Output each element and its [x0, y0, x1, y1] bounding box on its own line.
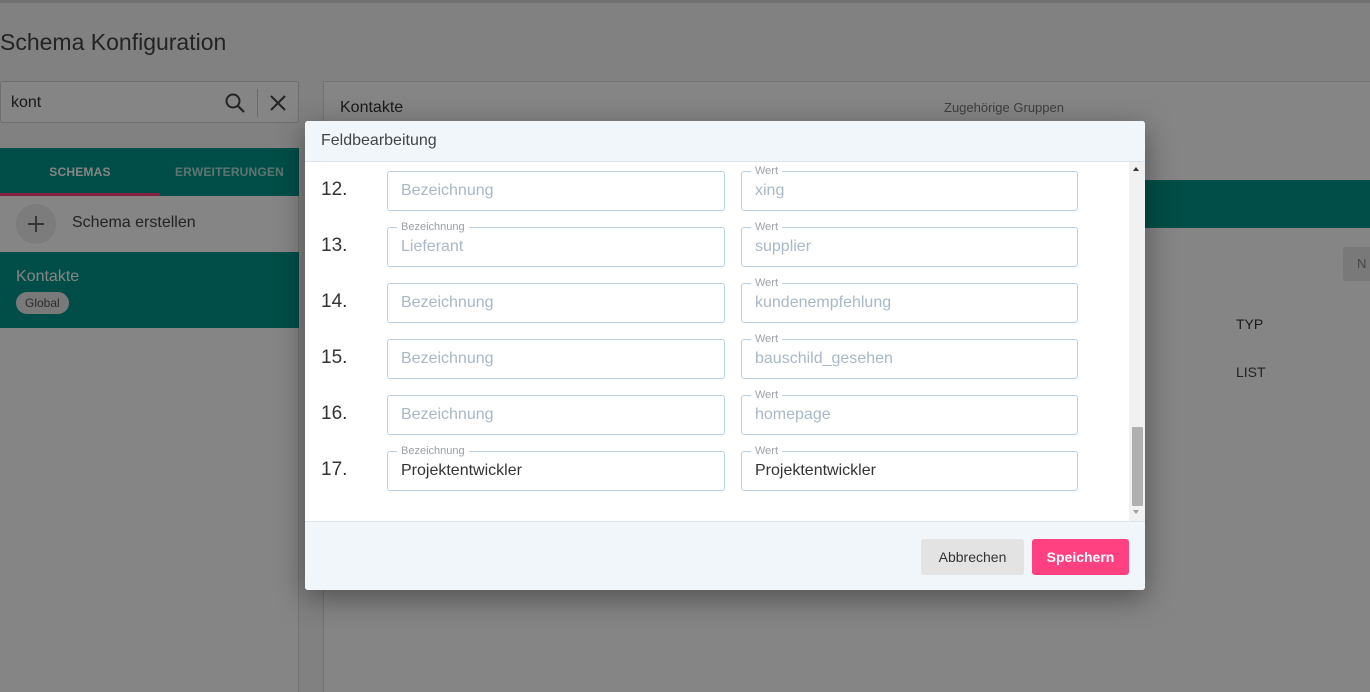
bezeichnung-placeholder: Bezeichnung — [401, 182, 494, 199]
row-number: 17. — [321, 459, 348, 480]
scroll-thumb[interactable] — [1132, 427, 1143, 506]
save-button[interactable]: Speichern — [1032, 539, 1129, 575]
wert-label: Wert — [751, 164, 783, 178]
wert-value: xing — [755, 182, 785, 199]
wert-label: Wert — [751, 220, 783, 234]
field-row: 16. Bezeichnung Wert homepage — [305, 388, 1129, 435]
bezeichnung-value: Lieferant — [401, 238, 464, 255]
scroll-up-arrow-icon[interactable] — [1133, 167, 1139, 171]
field-row: 15. Bezeichnung Wert bauschild_gesehen — [305, 332, 1129, 379]
bezeichnung-input[interactable]: Bezeichnung Projektentwickler — [387, 444, 725, 491]
wert-value: supplier — [755, 238, 812, 255]
wert-value: Projektentwickler — [755, 462, 876, 479]
dialog-footer: Abbrechen Speichern — [305, 521, 1145, 590]
bezeichnung-value: Projektentwickler — [401, 462, 522, 479]
row-number: 15. — [321, 347, 348, 368]
wert-label: Wert — [751, 388, 783, 402]
row-number: 13. — [321, 235, 348, 256]
bezeichnung-placeholder: Bezeichnung — [401, 294, 494, 311]
wert-input[interactable]: Wert xing — [741, 164, 1078, 211]
bezeichnung-label: Bezeichnung — [397, 444, 469, 458]
dialog-body: 12. Bezeichnung Wert xing 13. Bezeichnun… — [305, 162, 1145, 521]
row-number: 12. — [321, 179, 348, 200]
field-row: 12. Bezeichnung Wert xing — [305, 164, 1129, 211]
wert-input[interactable]: Wert Projektentwickler — [741, 444, 1078, 491]
bezeichnung-input[interactable]: Bezeichnung — [387, 339, 725, 379]
wert-input[interactable]: Wert bauschild_gesehen — [741, 332, 1078, 379]
bezeichnung-input[interactable]: Bezeichnung Lieferant — [387, 220, 725, 267]
field-edit-dialog: Feldbearbeitung 12. Bezeichnung Wert xin… — [305, 121, 1145, 590]
wert-input[interactable]: Wert supplier — [741, 220, 1078, 267]
bezeichnung-placeholder: Bezeichnung — [401, 406, 494, 423]
dialog-scrollbar[interactable] — [1129, 162, 1145, 521]
bezeichnung-input[interactable]: Bezeichnung — [387, 171, 725, 211]
wert-value: homepage — [755, 406, 831, 423]
bezeichnung-placeholder: Bezeichnung — [401, 350, 494, 367]
wert-value: kundenempfehlung — [755, 294, 892, 311]
row-number: 16. — [321, 403, 348, 424]
scroll-down-arrow-icon[interactable] — [1133, 510, 1139, 514]
wert-label: Wert — [751, 276, 783, 290]
field-row: 13. Bezeichnung Lieferant Wert supplier — [305, 220, 1129, 267]
bezeichnung-label: Bezeichnung — [397, 220, 469, 234]
cancel-button[interactable]: Abbrechen — [921, 539, 1024, 575]
field-row: 14. Bezeichnung Wert kundenempfehlung — [305, 276, 1129, 323]
bezeichnung-input[interactable]: Bezeichnung — [387, 283, 725, 323]
field-row: 17. Bezeichnung Projektentwickler Wert P… — [305, 444, 1129, 491]
wert-label: Wert — [751, 332, 783, 346]
dialog-header: Feldbearbeitung — [305, 121, 1145, 162]
wert-input[interactable]: Wert kundenempfehlung — [741, 276, 1078, 323]
dialog-title: Feldbearbeitung — [321, 132, 437, 149]
wert-input[interactable]: Wert homepage — [741, 388, 1078, 435]
wert-value: bauschild_gesehen — [755, 350, 893, 367]
row-number: 14. — [321, 291, 348, 312]
wert-label: Wert — [751, 444, 783, 458]
bezeichnung-input[interactable]: Bezeichnung — [387, 395, 725, 435]
